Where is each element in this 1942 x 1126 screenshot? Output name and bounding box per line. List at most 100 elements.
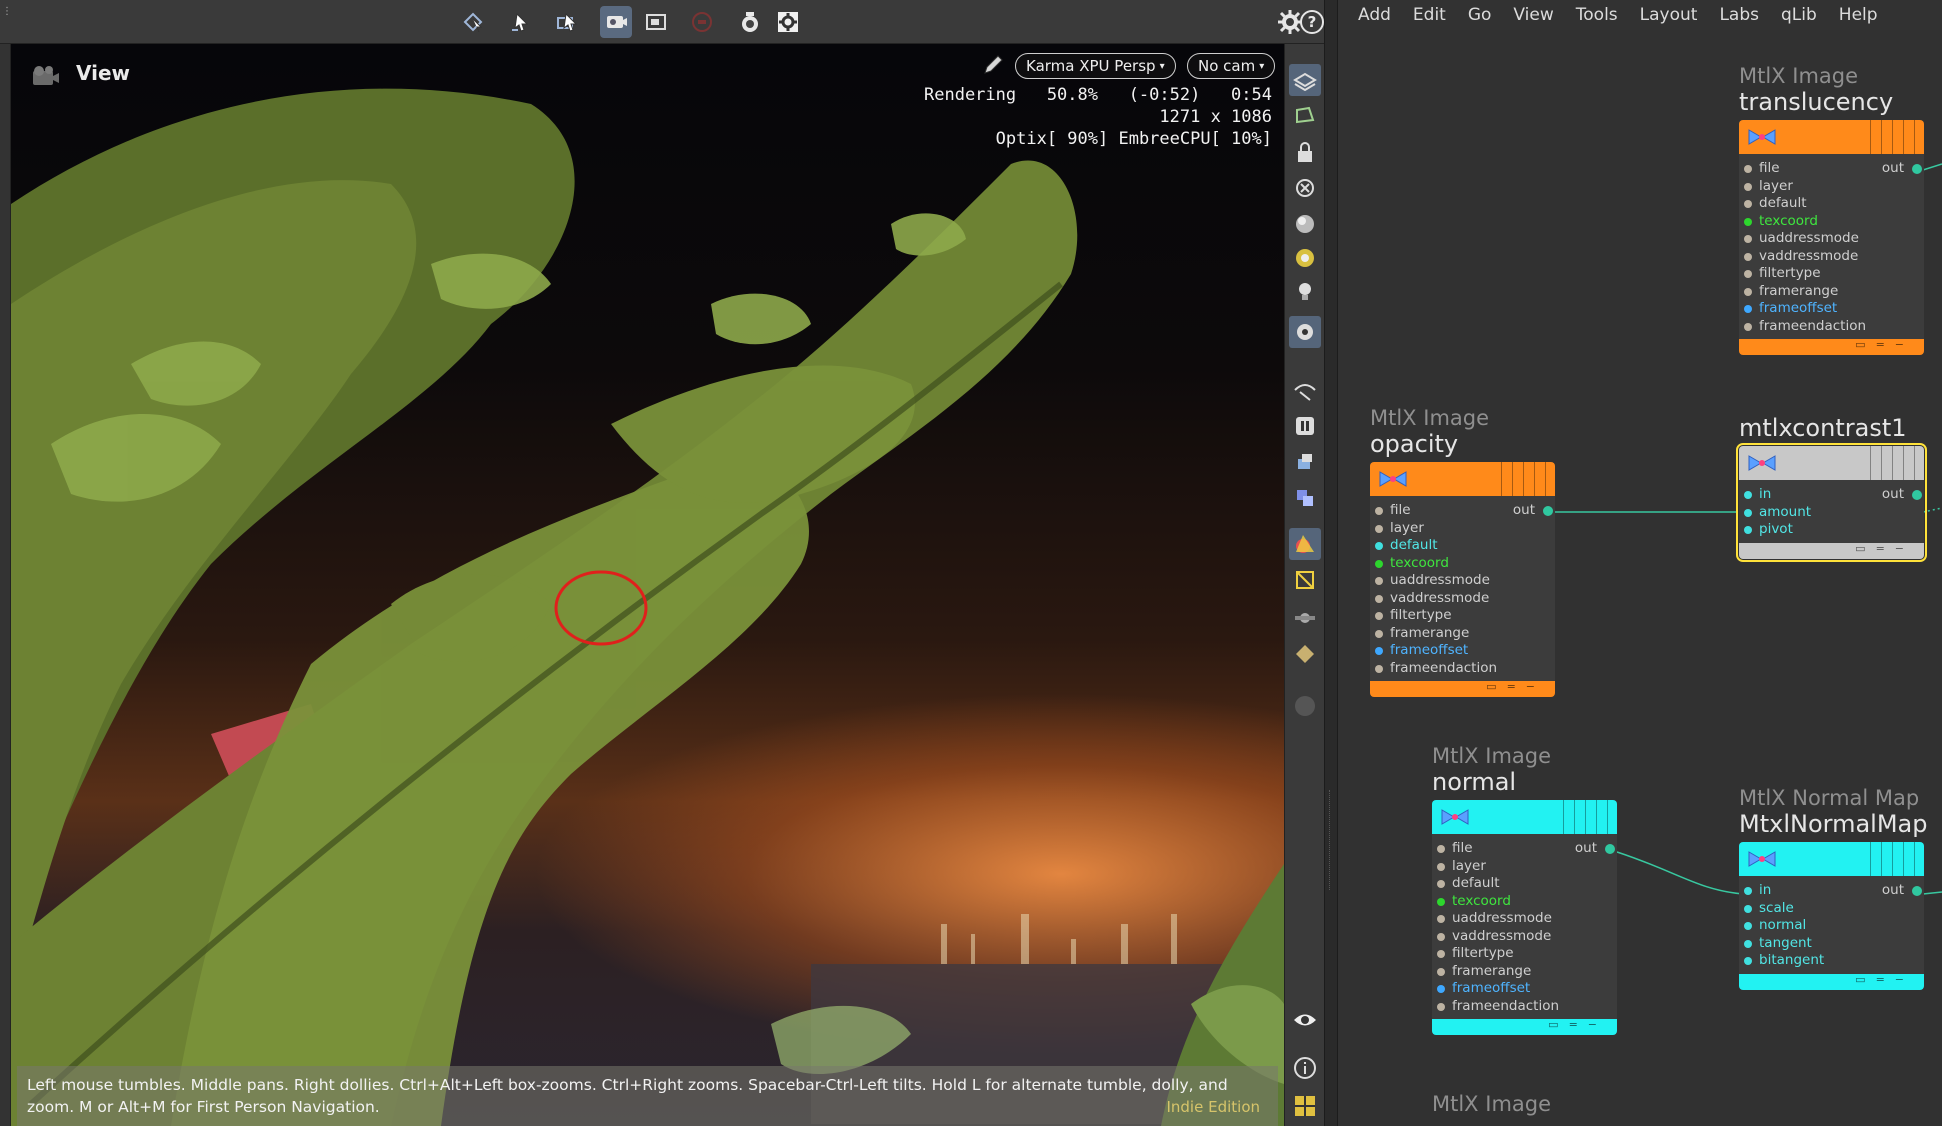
node-mtxlnormalmap[interactable]: MtlX Normal Map MtxlNormalMap out in sca… — [1739, 786, 1927, 990]
port-framerange[interactable]: framerange — [1432, 963, 1617, 981]
port-default[interactable]: default — [1370, 537, 1555, 555]
menu-view[interactable]: View — [1513, 5, 1553, 25]
port-scale[interactable]: scale — [1739, 900, 1924, 918]
render-settings-icon[interactable] — [772, 6, 804, 38]
geometry-display-icon[interactable] — [1289, 100, 1321, 132]
port-pivot[interactable]: pivot — [1739, 521, 1924, 539]
port-layer[interactable]: layer — [1370, 520, 1555, 538]
quad-view-icon[interactable] — [1289, 1090, 1321, 1122]
node-footer[interactable]: ▭=− — [1739, 542, 1924, 559]
renderer-camera-menu[interactable]: Karma XPU Persp ▾ — [1015, 53, 1176, 79]
shading-mode-icon[interactable] — [1289, 528, 1321, 560]
render-region-icon[interactable] — [640, 6, 672, 38]
port-frameendaction[interactable]: frameendaction — [1432, 998, 1617, 1016]
node-name[interactable]: mtlxcontrast1 — [1739, 414, 1924, 442]
port-default[interactable]: default — [1432, 875, 1617, 893]
node-partial[interactable]: MtlX Image — [1432, 1092, 1617, 1116]
light-bulb-icon[interactable] — [1289, 276, 1321, 308]
node-header[interactable] — [1739, 446, 1924, 480]
port-file[interactable]: file — [1739, 160, 1924, 178]
port-texcoord[interactable]: texcoord — [1739, 213, 1924, 231]
snapshot-camera-icon[interactable] — [734, 6, 766, 38]
port-bitangent[interactable]: bitangent — [1739, 952, 1924, 970]
pane-divider[interactable] — [1324, 0, 1338, 1126]
ghost-display-icon[interactable] — [1289, 638, 1321, 670]
node-footer[interactable]: ▭=− — [1432, 1018, 1617, 1035]
port-framerange[interactable]: framerange — [1739, 283, 1924, 301]
port-frameoffset[interactable]: frameoffset — [1739, 300, 1924, 318]
node-opacity[interactable]: MtlX Image opacity out file layer defaul… — [1370, 406, 1555, 697]
menu-go[interactable]: Go — [1468, 5, 1492, 25]
object-display-icon[interactable] — [1289, 446, 1321, 478]
port-framerange[interactable]: framerange — [1370, 625, 1555, 643]
port-amount[interactable]: amount — [1739, 504, 1924, 522]
port-file[interactable]: file — [1432, 840, 1617, 858]
port-in[interactable]: in — [1739, 486, 1924, 504]
port-frameoffset[interactable]: frameoffset — [1370, 642, 1555, 660]
port-frameendaction[interactable]: frameendaction — [1739, 318, 1924, 336]
port-vaddressmode[interactable]: vaddressmode — [1370, 590, 1555, 608]
camera-menu[interactable]: No cam ▾ — [1187, 53, 1276, 79]
port-tangent[interactable]: tangent — [1739, 935, 1924, 953]
selected-node-frame[interactable]: out in amount pivot ▭=− — [1736, 443, 1927, 562]
instance-display-icon[interactable] — [1289, 482, 1321, 514]
node-header[interactable] — [1739, 842, 1924, 876]
background-sphere-icon[interactable] — [1289, 690, 1321, 722]
node-header[interactable] — [1739, 120, 1924, 154]
port-in[interactable]: in — [1739, 882, 1924, 900]
menu-labs[interactable]: Labs — [1719, 5, 1759, 25]
node-mtlxcontrast1[interactable]: mtlxcontrast1 out in amount pivot ▭=− — [1736, 414, 1927, 562]
wireframe-mode-icon[interactable] — [1289, 564, 1321, 596]
port-layer[interactable]: layer — [1432, 858, 1617, 876]
port-filtertype[interactable]: filtertype — [1739, 265, 1924, 283]
select-tool-icon[interactable] — [458, 6, 490, 38]
port-texcoord[interactable]: texcoord — [1370, 555, 1555, 573]
display-layers-icon[interactable] — [1289, 64, 1321, 96]
port-filtertype[interactable]: filtertype — [1370, 607, 1555, 625]
menu-add[interactable]: Add — [1358, 5, 1391, 25]
menu-edit[interactable]: Edit — [1413, 5, 1446, 25]
menu-help[interactable]: Help — [1839, 5, 1878, 25]
visibility-tool-icon[interactable] — [1289, 374, 1321, 406]
node-translucency[interactable]: MtlX Image translucency out file layer d… — [1739, 64, 1924, 355]
port-vaddressmode[interactable]: vaddressmode — [1432, 928, 1617, 946]
shading-sphere-icon[interactable] — [1289, 208, 1321, 240]
pause-render-icon[interactable] — [1289, 410, 1321, 442]
info-icon[interactable] — [1289, 1052, 1321, 1084]
port-frameoffset[interactable]: frameoffset — [1432, 980, 1617, 998]
node-header[interactable] — [1370, 462, 1555, 496]
port-file[interactable]: file — [1370, 502, 1555, 520]
menu-tools[interactable]: Tools — [1576, 5, 1618, 25]
eye-icon[interactable] — [1289, 1004, 1321, 1036]
port-uaddressmode[interactable]: uaddressmode — [1370, 572, 1555, 590]
node-name[interactable]: normal — [1432, 768, 1617, 796]
port-texcoord[interactable]: texcoord — [1432, 893, 1617, 911]
render-camera-icon[interactable] — [1289, 316, 1321, 348]
network-editor[interactable]: MtlX Image translucency out file layer d… — [1338, 30, 1942, 1126]
close-circle-icon[interactable] — [1289, 172, 1321, 204]
move-tool-icon[interactable] — [506, 6, 538, 38]
port-frameendaction[interactable]: frameendaction — [1370, 660, 1555, 678]
pane-menu-icon[interactable]: ⋮ — [2, 7, 12, 36]
port-default[interactable]: default — [1739, 195, 1924, 213]
headlight-icon[interactable] — [1289, 242, 1321, 274]
port-filtertype[interactable]: filtertype — [1432, 945, 1617, 963]
node-name[interactable]: translucency — [1739, 88, 1924, 116]
node-footer[interactable]: ▭=− — [1739, 973, 1924, 990]
scene-viewport[interactable]: View Karma XPU Persp ▾ No cam ▾ Renderin… — [11, 44, 1284, 1126]
port-vaddressmode[interactable]: vaddressmode — [1739, 248, 1924, 266]
network-display-icon[interactable] — [1289, 602, 1321, 634]
menu-layout[interactable]: Layout — [1640, 5, 1698, 25]
node-name[interactable]: opacity — [1370, 430, 1555, 458]
node-normal[interactable]: MtlX Image normal out file layer default… — [1432, 744, 1617, 1035]
node-footer[interactable]: ▭=− — [1370, 680, 1555, 697]
port-normal[interactable]: normal — [1739, 917, 1924, 935]
node-footer[interactable]: ▭=− — [1739, 338, 1924, 355]
transform-tool-icon[interactable] — [552, 6, 584, 38]
pane-divider-grip[interactable] — [1329, 790, 1333, 890]
port-uaddressmode[interactable]: uaddressmode — [1739, 230, 1924, 248]
lock-icon[interactable] — [1289, 136, 1321, 168]
node-header[interactable] — [1432, 800, 1617, 834]
menu-qlib[interactable]: qLib — [1781, 5, 1817, 25]
stop-render-icon[interactable] — [686, 6, 718, 38]
